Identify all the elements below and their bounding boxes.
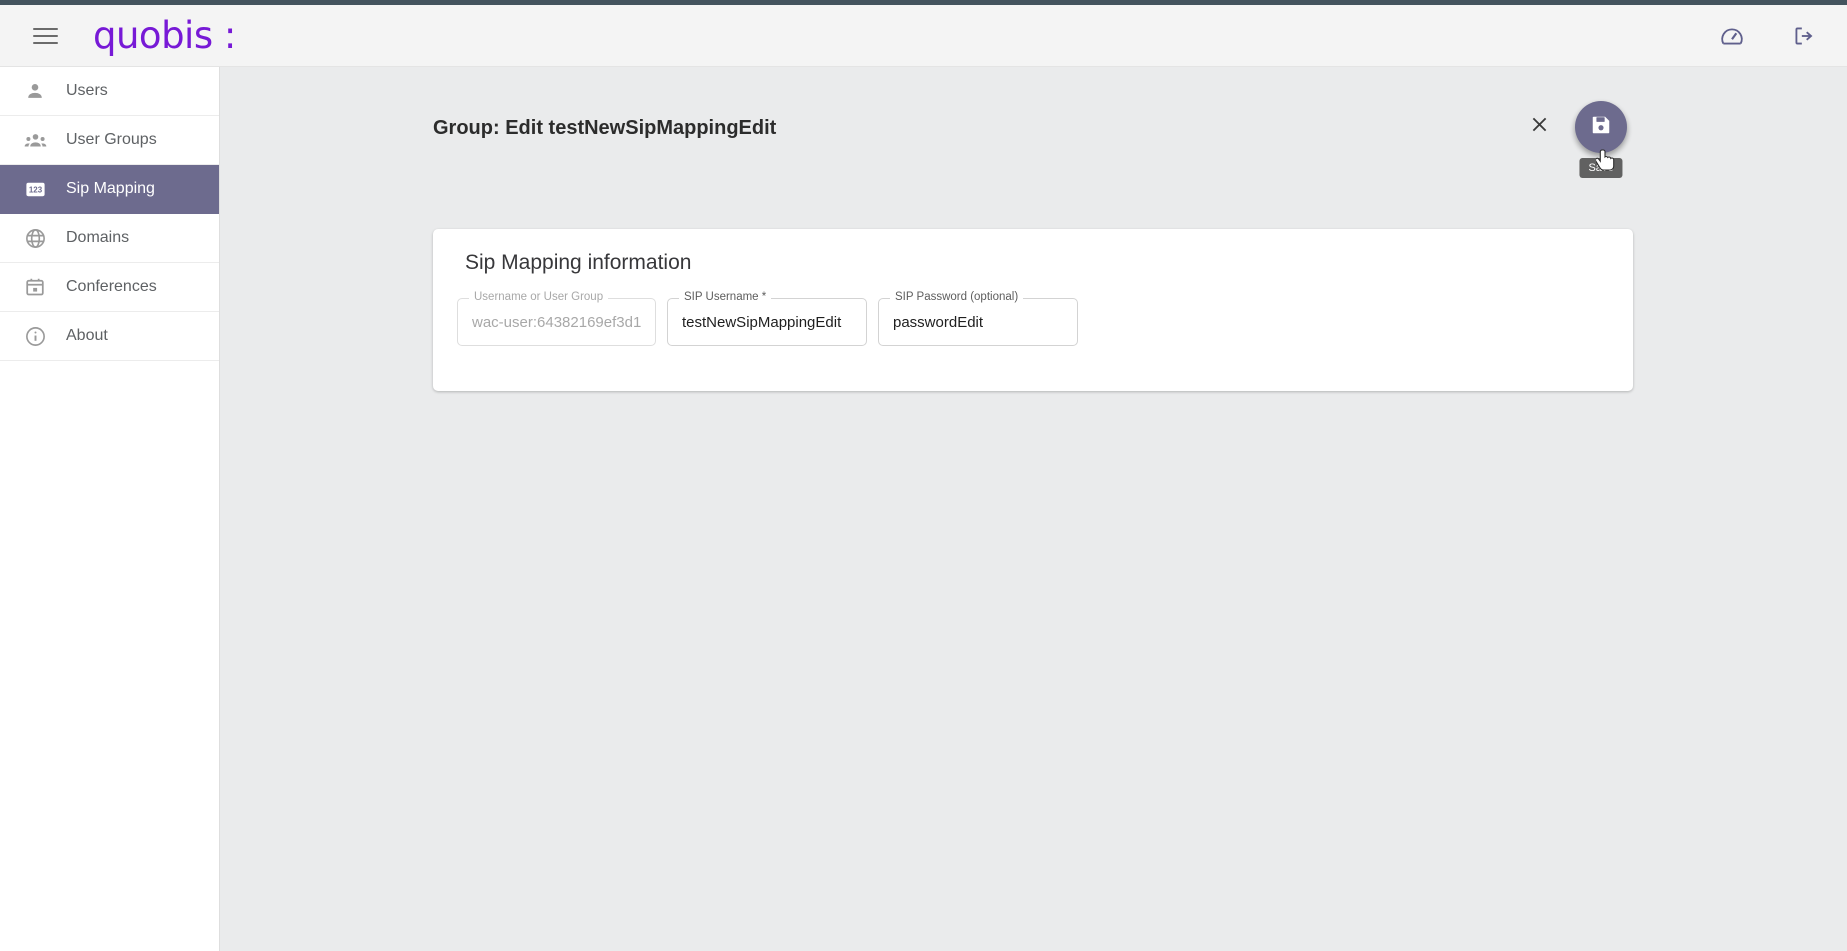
- close-x-icon: [1529, 114, 1550, 140]
- username-or-user-group-field[interactable]: Username or User Group wac-user:64382169…: [457, 291, 656, 346]
- form-fields: Username or User Group wac-user:64382169…: [457, 291, 1078, 346]
- app-logo[interactable]: quobis :: [93, 17, 236, 54]
- sidebar-item-conferences[interactable]: Conferences: [0, 263, 219, 312]
- sidebar-item-label: About: [66, 327, 108, 344]
- field-legend: Username or User Group: [469, 291, 609, 303]
- sidebar-item-domains[interactable]: Domains: [0, 214, 219, 263]
- sidebar-navigation: Users User Groups 123 Sip Mapping Domain…: [0, 67, 220, 951]
- sidebar-item-about[interactable]: About: [0, 312, 219, 361]
- app-bar-actions: [1717, 21, 1819, 51]
- save-button[interactable]: Save: [1575, 101, 1627, 178]
- page-header: Group: Edit testNewSipMappingEdit: [433, 103, 1628, 163]
- sidebar-item-label: Sip Mapping: [66, 180, 155, 197]
- info-circle-icon: [22, 323, 48, 349]
- person-icon: [22, 78, 48, 104]
- card-title: Sip Mapping information: [465, 251, 692, 274]
- sidebar-item-label: Conferences: [66, 278, 157, 295]
- logout-icon[interactable]: [1789, 21, 1819, 51]
- field-value: testNewSipMappingEdit: [682, 313, 842, 331]
- 123-badge-icon: 123: [22, 176, 48, 202]
- hamburger-menu-icon[interactable]: [33, 21, 63, 51]
- people-group-icon: [22, 127, 48, 153]
- svg-text:123: 123: [28, 185, 42, 194]
- menu-line: [33, 27, 58, 30]
- field-value: passwordEdit: [893, 313, 984, 331]
- sidebar-item-label: Users: [66, 82, 108, 99]
- field-legend: SIP Password (optional): [890, 291, 1024, 303]
- main-content: Group: Edit testNewSipMappingEdit Save S…: [220, 67, 1847, 951]
- sip-mapping-card: Sip Mapping information Username or User…: [433, 229, 1633, 391]
- sidebar-item-users[interactable]: Users: [0, 67, 219, 116]
- save-tooltip: Save: [1579, 158, 1623, 178]
- menu-line: [33, 41, 58, 44]
- sip-password-field[interactable]: SIP Password (optional) passwordEdit: [878, 291, 1078, 346]
- field-value: wac-user:64382169ef3d1555: [472, 313, 641, 331]
- close-button[interactable]: [1517, 105, 1561, 149]
- page-title: Group: Edit testNewSipMappingEdit: [433, 117, 777, 140]
- sidebar-item-user-groups[interactable]: User Groups: [0, 116, 219, 165]
- calendar-icon: [22, 274, 48, 300]
- globe-icon: [22, 225, 48, 251]
- sidebar-item-label: User Groups: [66, 131, 157, 148]
- sidebar-item-label: Domains: [66, 229, 130, 246]
- app-bar: quobis :: [0, 5, 1847, 67]
- sidebar-item-sip-mapping[interactable]: 123 Sip Mapping: [0, 165, 219, 214]
- floppy-disk-save-icon: [1590, 114, 1612, 141]
- sip-username-field[interactable]: SIP Username * testNewSipMappingEdit: [667, 291, 867, 346]
- dashboard-gauge-icon[interactable]: [1717, 21, 1747, 51]
- menu-line: [33, 34, 58, 37]
- field-legend: SIP Username *: [679, 291, 772, 303]
- page-header-actions: Save: [1517, 101, 1627, 178]
